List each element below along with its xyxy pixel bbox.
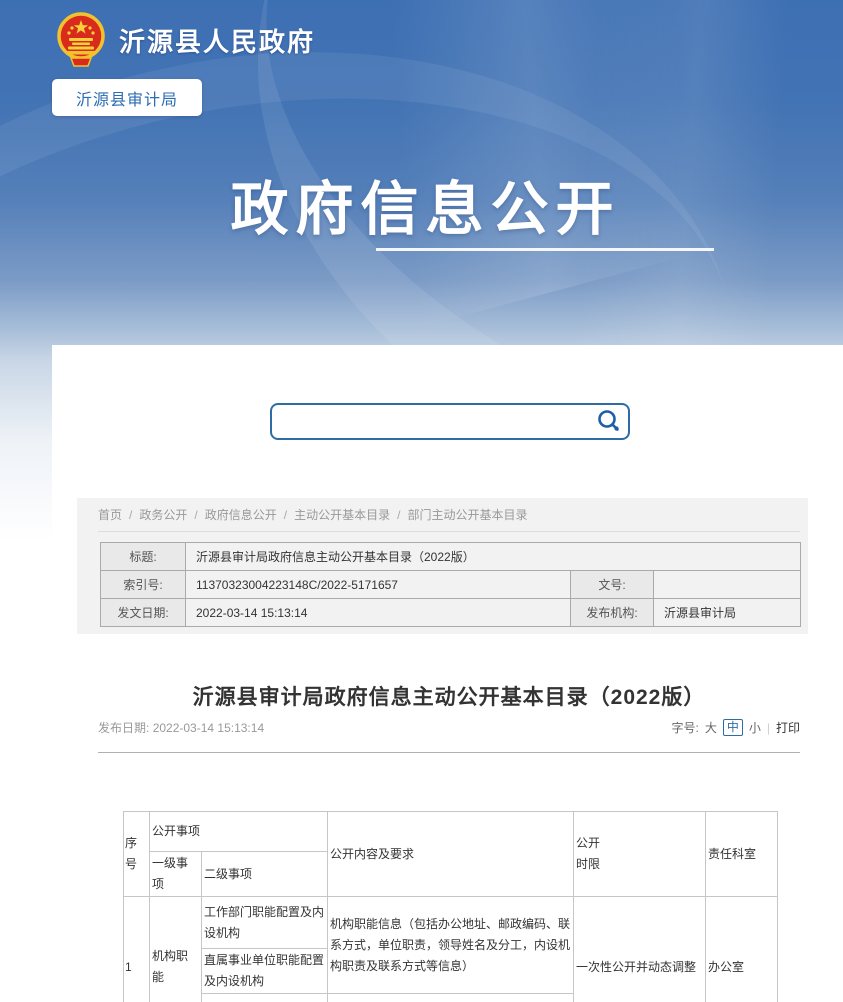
header-group: 公开事项 xyxy=(150,812,328,852)
department-button[interactable]: 沂源县审计局 xyxy=(52,79,202,116)
site-name: 沂源县人民政府 xyxy=(119,22,315,59)
header-time-limit: 公开 时限 xyxy=(574,812,706,897)
print-button[interactable]: 打印 xyxy=(776,719,800,736)
header-content: 公开内容及要求 xyxy=(328,812,574,897)
catalog-table: 序号 公开事项 公开内容及要求 公开 时限 责任科室 一级事项 二级事项 1 机… xyxy=(123,811,778,1002)
breadcrumb-bumen-mulu[interactable]: 部门主动公开基本目录 xyxy=(407,508,527,522)
meta-docno-value xyxy=(654,571,801,599)
document-meta-table: 标题: 沂源县审计局政府信息主动公开基本目录（2022版） 索引号: 11370… xyxy=(100,542,801,627)
article-meta-row: 发布日期: 2022-03-14 15:13:14 字号: 大 中 小 | 打印 xyxy=(98,719,800,736)
cell-subitem-3: 职责任务清单 xyxy=(202,994,328,1002)
meta-index-label: 索引号: xyxy=(101,571,186,599)
catalog-header-row-1: 序号 公开事项 公开内容及要求 公开 时限 责任科室 xyxy=(124,812,778,852)
search-button[interactable] xyxy=(594,408,624,435)
fontsize-medium-button[interactable]: 中 xyxy=(723,719,743,736)
cell-subitem-1: 工作部门职能配置及内设机构 xyxy=(202,897,328,949)
document-meta-panel: 首页/政务公开/政府信息公开/主动公开基本目录/部门主动公开基本目录 标题: 沂… xyxy=(77,498,808,634)
meta-row-date: 发文日期: 2022-03-14 15:13:14 发布机构: 沂源县审计局 xyxy=(101,599,801,627)
meta-date-value: 2022-03-14 15:13:14 xyxy=(186,599,571,627)
page: 沂源县人民政府 沂源县审计局 政府信息公开 首页/政务公开/政府信息公开/主动公… xyxy=(0,0,843,1002)
meta-title-label: 标题: xyxy=(101,543,186,571)
cell-content-sub3: 职责任务清单 xyxy=(328,994,574,1002)
meta-index-value: 11370323004223148C/2022-5171657 xyxy=(186,571,571,599)
meta-date-label: 发文日期: xyxy=(101,599,186,627)
publish-date-label: 发布日期: xyxy=(98,721,149,735)
meta-title-value: 沂源县审计局政府信息主动公开基本目录（2022版） xyxy=(186,543,801,571)
meta-row-index: 索引号: 11370323004223148C/2022-5171657 文号: xyxy=(101,571,801,599)
header-seq: 序号 xyxy=(124,812,150,897)
breadcrumb: 首页/政务公开/政府信息公开/主动公开基本目录/部门主动公开基本目录 xyxy=(98,498,800,532)
banner-title-underline xyxy=(376,248,714,251)
catalog-row-1a: 1 机构职能 工作部门职能配置及内设机构 机构职能信息（包括办公地址、邮政编码、… xyxy=(124,897,778,949)
fontsize-controls: 字号: 大 中 小 | 打印 xyxy=(671,719,800,736)
fontsize-label: 字号: xyxy=(671,719,698,736)
site-header: 沂源县人民政府 xyxy=(55,12,315,68)
cell-content-main: 机构职能信息（包括办公地址、邮政编码、联系方式，单位职责，领导姓名及分工，内设机… xyxy=(328,897,574,994)
header-level2: 二级事项 xyxy=(202,852,328,897)
banner-title: 政府信息公开 xyxy=(4,162,843,246)
header-level1: 一级事项 xyxy=(150,852,202,897)
breadcrumb-xinxi-gongkai[interactable]: 政府信息公开 xyxy=(205,508,277,522)
fontsize-small-button[interactable]: 小 xyxy=(749,719,761,736)
fontsize-large-button[interactable]: 大 xyxy=(705,719,717,736)
article-title: 沂源县审计局政府信息主动公开基本目录（2022版） xyxy=(98,681,800,711)
meta-docno-label: 文号: xyxy=(571,571,654,599)
divider: | xyxy=(767,721,770,735)
meta-org-label: 发布机构: xyxy=(571,599,654,627)
search-icon xyxy=(596,408,622,434)
article-divider xyxy=(98,752,800,753)
breadcrumb-zhengwu[interactable]: 政务公开 xyxy=(139,508,187,522)
cell-dept: 办公室 xyxy=(706,897,778,1002)
publish-date-value: 2022-03-14 15:13:14 xyxy=(153,721,264,735)
meta-org-value: 沂源县审计局 xyxy=(654,599,801,627)
cell-level1: 机构职能 xyxy=(150,897,202,1002)
cell-subitem-2: 直属事业单位职能配置及内设机构 xyxy=(202,949,328,994)
cell-time-limit: 一次性公开并动态调整 xyxy=(574,897,706,1002)
breadcrumb-home[interactable]: 首页 xyxy=(98,508,122,522)
search-input[interactable] xyxy=(278,407,588,436)
publish-date: 发布日期: 2022-03-14 15:13:14 xyxy=(98,719,264,736)
header-dept: 责任科室 xyxy=(706,812,778,897)
search-box xyxy=(270,403,630,440)
national-emblem-icon[interactable] xyxy=(55,12,107,68)
meta-row-title: 标题: 沂源县审计局政府信息主动公开基本目录（2022版） xyxy=(101,543,801,571)
content-card: 首页/政务公开/政府信息公开/主动公开基本目录/部门主动公开基本目录 标题: 沂… xyxy=(52,345,843,1002)
breadcrumb-zhudong-mulu[interactable]: 主动公开基本目录 xyxy=(294,508,390,522)
cell-seq: 1 xyxy=(124,897,150,1002)
